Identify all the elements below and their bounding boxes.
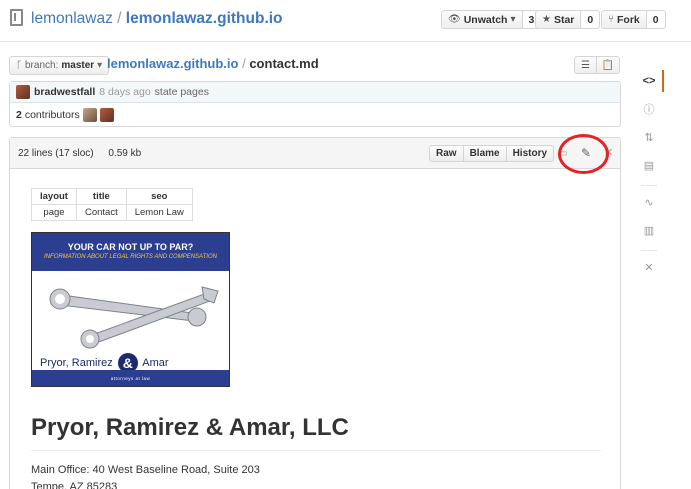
banner-headline: YOUR CAR NOT UP TO PAR? (67, 242, 194, 252)
page-heading: Pryor, Ramirez & Amar, LLC (31, 414, 601, 451)
table-cell: Contact (75, 204, 127, 221)
table-header: layout (31, 188, 77, 205)
chevron-down-icon: ▾ (510, 14, 516, 25)
avatar[interactable] (16, 85, 30, 99)
commit-time: 8 days ago (99, 86, 151, 98)
branch-prefix: branch: (25, 60, 59, 71)
breadcrumb-repo-link[interactable]: lemonlawaz.github.io (107, 56, 238, 71)
law-firm-banner-image: YOUR CAR NOT UP TO PAR? INFORMATION ABOU… (31, 232, 230, 387)
fork-icon: ⑂ (608, 14, 614, 25)
pulse-icon[interactable]: ∿ (637, 191, 661, 213)
unwatch-button[interactable]: 👁 Unwatch ▾ (441, 10, 523, 29)
breadcrumb-file: contact.md (249, 56, 319, 71)
blame-button[interactable]: Blame (463, 145, 507, 162)
table-cell: Lemon Law (125, 204, 193, 221)
file-info: 22 lines (17 sloc) 0.59 kb (18, 148, 141, 159)
watch-group: 👁 Unwatch ▾ 3 (441, 10, 542, 29)
clipboard-icon[interactable]: 📋 (597, 56, 620, 74)
issues-icon[interactable]: ⓘ (637, 98, 661, 120)
avatar[interactable] (82, 108, 97, 122)
contributors-count: 2 (16, 109, 22, 121)
highlight-annotation-circle (558, 134, 609, 174)
chevron-down-icon: ▾ (97, 60, 103, 71)
repo-header: lemonlawaz / lemonlawaz.github.io 👁 Unwa… (0, 0, 691, 42)
breadcrumb-separator: / (242, 56, 246, 71)
star-group: ★ Star 0 (535, 10, 601, 29)
repo-title-separator: / (117, 10, 122, 27)
repo-owner-link[interactable]: lemonlawaz (31, 10, 113, 27)
fork-label: Fork (617, 13, 640, 26)
latest-commit: bradwestfall 8 days ago state pages (10, 82, 620, 103)
table-row: page Contact Lemon Law (31, 204, 193, 221)
banner-tagline: attorneys at law (110, 376, 151, 381)
repo-name-link[interactable]: lemonlawaz.github.io (126, 10, 283, 27)
banner-subheadline: INFORMATION ABOUT LEGAL RIGHTS AND COMPE… (44, 254, 217, 260)
breadcrumb: lemonlawaz.github.io / contact.md (107, 56, 319, 71)
history-button[interactable]: History (506, 145, 555, 162)
star-button[interactable]: ★ Star (535, 10, 582, 29)
repo-title: lemonlawaz / lemonlawaz.github.io (31, 10, 283, 28)
avatar[interactable] (99, 108, 114, 122)
branch-name: master (61, 60, 95, 71)
table-row: layout title seo (31, 188, 193, 205)
pull-requests-icon[interactable]: ⇅ (637, 126, 661, 148)
branch-icon: ᚴ (16, 60, 22, 71)
commit-author[interactable]: bradwestfall (34, 86, 95, 98)
wiki-icon[interactable]: ▤ (637, 154, 661, 176)
repo-icon (10, 9, 23, 26)
file-header: 22 lines (17 sloc) 0.59 kb Raw Blame His… (10, 138, 620, 169)
contributors-label: contributors (24, 109, 80, 121)
banner-firm-part2: Amar (142, 356, 169, 369)
banner-top-band (32, 233, 229, 271)
banner-firm-part1: Pryor, Ramirez (40, 356, 113, 369)
sidebar-divider (641, 185, 657, 186)
fork-group: ⑂ Fork 0 (601, 10, 666, 29)
file-nav-buttons: ☰ 📋 (574, 56, 620, 74)
table-cell: page (31, 204, 77, 221)
list-icon[interactable]: ☰ (574, 56, 597, 74)
unwatch-label: Unwatch (463, 13, 508, 26)
code-icon[interactable]: <> (637, 70, 664, 92)
contributors[interactable]: 2 contributors (16, 106, 114, 124)
star-icon: ★ (542, 14, 551, 25)
front-matter-table: layout title seo page Contact Lemon Law (31, 188, 193, 221)
star-label: Star (553, 13, 575, 26)
settings-icon[interactable]: ✕ (637, 256, 661, 278)
raw-button[interactable]: Raw (429, 145, 464, 162)
address-line-1: Main Office: 40 West Baseline Road, Suit… (31, 464, 260, 476)
file-size: 0.59 kb (108, 148, 142, 159)
table-header: title (75, 188, 127, 205)
eye-icon: 👁 (448, 14, 461, 25)
stargazers-count[interactable]: 0 (581, 10, 601, 29)
wrench-illustration (49, 286, 219, 349)
file-actions: Raw Blame History (429, 145, 555, 162)
address-line-2: Tempe, AZ 85283 (31, 481, 118, 489)
branch-select[interactable]: ᚴ branch: master ▾ (9, 56, 110, 75)
graphs-icon[interactable]: ▥ (637, 219, 661, 241)
table-header: seo (125, 188, 193, 205)
file-lines: 22 lines (17 sloc) (18, 148, 94, 159)
sidebar-divider (641, 250, 657, 251)
fork-button[interactable]: ⑂ Fork (601, 10, 647, 29)
commit-message[interactable]: state pages (155, 86, 209, 98)
forks-count[interactable]: 0 (646, 10, 666, 29)
file-box: 22 lines (17 sloc) 0.59 kb Raw Blame His… (9, 137, 621, 489)
commit-tease: bradwestfall 8 days ago state pages 2 co… (9, 81, 621, 127)
